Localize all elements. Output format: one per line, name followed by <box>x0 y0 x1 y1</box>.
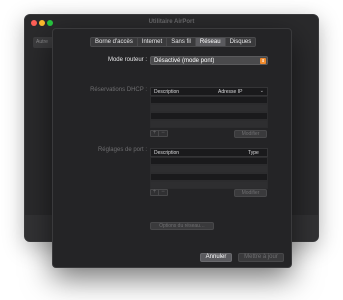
tab-disks[interactable]: Disques <box>226 38 256 46</box>
tab-bar: Borne d'accès Internet Sans fil Réseau D… <box>90 37 257 47</box>
network-options-button[interactable]: Options du réseau… <box>150 222 214 230</box>
port-table-header: Description Type <box>150 148 268 157</box>
port-remove-button[interactable]: − <box>159 189 167 195</box>
tab-base-station[interactable]: Borne d'accès <box>91 38 138 46</box>
router-mode-label: Mode routeur : <box>107 57 147 63</box>
dhcp-remove-button[interactable]: − <box>159 130 167 136</box>
tab-internet[interactable]: Internet <box>138 38 168 46</box>
tab-network[interactable]: Réseau <box>195 38 226 46</box>
table-row <box>150 104 268 112</box>
port-column-description[interactable]: Description <box>154 150 179 156</box>
table-row <box>150 165 268 173</box>
table-row <box>150 120 268 128</box>
port-edit-button[interactable]: Modifier <box>234 189 267 197</box>
cancel-button[interactable]: Annuler <box>200 253 232 262</box>
port-settings-label: Réglages de port : <box>97 147 147 153</box>
table-row <box>150 112 268 120</box>
router-mode-popup[interactable]: Désactivé (mode pont) ⬍ <box>150 56 268 65</box>
settings-sheet: Borne d'accès Internet Sans fil Réseau D… <box>52 28 292 268</box>
dhcp-add-remove: + − <box>150 130 168 137</box>
update-button[interactable]: Mettre à jour <box>238 253 284 262</box>
table-row <box>150 173 268 181</box>
router-mode-value: Désactivé (mode pont) <box>154 58 215 64</box>
port-add-remove: + − <box>150 189 168 196</box>
dhcp-reservations-label: Réservations DHCP : <box>90 87 147 93</box>
table-row <box>150 181 268 189</box>
popup-chevron-icon: ⬍ <box>260 58 266 64</box>
dhcp-column-ip[interactable]: Adresse IP <box>218 89 242 95</box>
dhcp-column-description[interactable]: Description <box>154 89 179 95</box>
port-add-button[interactable]: + <box>151 189 160 195</box>
dhcp-table-header: Description Adresse IP ⌄ <box>150 87 268 96</box>
tab-wireless[interactable]: Sans fil <box>167 38 196 46</box>
dhcp-add-button[interactable]: + <box>151 130 160 136</box>
dhcp-edit-button[interactable]: Modifier <box>234 130 267 138</box>
window-title: Utilitaire AirPort <box>148 19 195 25</box>
table-row <box>150 96 268 104</box>
port-column-type[interactable]: Type <box>248 150 259 156</box>
chevron-down-icon: ⌄ <box>259 88 264 94</box>
table-row <box>150 157 268 165</box>
